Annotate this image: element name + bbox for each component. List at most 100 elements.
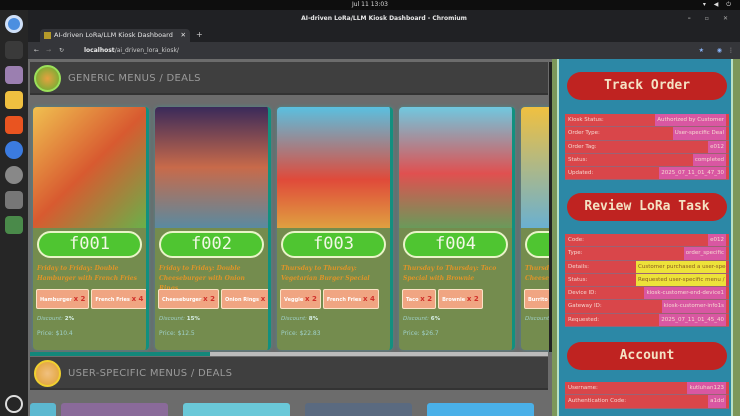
info-label: Kiosk Status:: [568, 117, 604, 123]
info-label: Device ID:: [568, 290, 597, 297]
terminal-icon[interactable]: [5, 41, 23, 59]
info-label: Status:: [568, 156, 588, 163]
trash-icon[interactable]: [5, 216, 23, 234]
deal-image: [33, 107, 146, 228]
item-list: Cheeseburger x 2Onion Rings x 6: [155, 286, 268, 309]
deal-card[interactable]: f001 Friday to Friday: Double Hamburger …: [33, 107, 149, 350]
horizontal-scrollbar[interactable]: [30, 352, 548, 356]
deal-image[interactable]: [61, 403, 168, 416]
menus-panel: GENERIC MENUS / DEALS f001 Friday to Fri…: [28, 59, 637, 416]
info-label: Updated:: [568, 170, 594, 177]
deal-code-button[interactable]: f001: [37, 231, 142, 258]
generic-section-header: GENERIC MENUS / DEALS: [30, 62, 548, 95]
deal-price: Price: $22.83: [281, 330, 321, 337]
account-button[interactable]: Account: [567, 342, 727, 370]
new-tab-button[interactable]: +: [196, 28, 203, 42]
profile-icon[interactable]: ◉: [717, 42, 722, 59]
deal-card[interactable]: f002 Friday to Friday: Double Cheeseburg…: [155, 107, 271, 350]
info-row: Kiosk Status: Authorized by Customer: [565, 114, 729, 128]
deal-code-button[interactable]: f004: [403, 231, 508, 258]
item-chip: Hamburger x 2: [36, 289, 90, 309]
bookmark-star-icon[interactable]: ★: [699, 42, 704, 59]
deal-image[interactable]: [305, 403, 412, 416]
review-lora-task-button[interactable]: Review LoRa Task: [567, 193, 727, 221]
info-row: Status: Requested user-specific menu / de…: [565, 273, 729, 288]
tab-strip: AI-driven LoRa/LLM Kiosk Dashboard ✕ +: [28, 28, 740, 42]
deal-image[interactable]: [427, 403, 534, 416]
deal-title: Friday to Friday: Double Hamburger with …: [37, 265, 137, 282]
reload-icon[interactable]: ↻: [59, 42, 64, 59]
track-order-button[interactable]: Track Order: [567, 72, 727, 100]
user-specific-section-header: USER-SPECIFIC MENUS / DEALS: [30, 357, 548, 390]
review-task-info: Code: e012 Type: order_specific Details: Cust…: [565, 234, 729, 328]
info-row: Status: completed: [565, 153, 729, 168]
deal-card[interactable]: f003 Thursday to Thursday: Vegetarian Bu…: [277, 107, 393, 350]
info-select[interactable]: Customer purchased a user-specific menu …: [636, 260, 726, 273]
deal-image[interactable]: [30, 403, 56, 416]
forward-icon[interactable]: →: [46, 42, 51, 59]
info-value: e012: [708, 140, 726, 153]
window-titlebar: AI-driven LoRa/LLM Kiosk Dashboard - Chr…: [28, 10, 740, 28]
deal-image: [399, 107, 512, 228]
info-row: Requested: 2025_07_11_01_45_40: [565, 313, 729, 328]
info-value: completed: [692, 153, 726, 167]
deal-title: Thursday to Thursday: Vegetarian Burger …: [281, 265, 370, 282]
info-label: Gateway ID:: [568, 303, 602, 310]
info-value: 2025_07_11_01_45_40: [659, 313, 726, 327]
clock[interactable]: Jul 11 13:03: [352, 1, 388, 8]
menu-icon[interactable]: ⋮: [728, 42, 734, 59]
disk-icon[interactable]: [5, 191, 23, 209]
chromium-icon[interactable]: [5, 15, 23, 33]
deal-discount: Discount: 8%: [281, 316, 319, 322]
deal-title: Thursday to Thursday: Taco Special with …: [403, 265, 497, 282]
info-label: Type:: [568, 250, 583, 257]
item-list: Taco x 2 Brownie x 2: [399, 286, 512, 309]
info-label: Details:: [568, 263, 589, 270]
deal-price: Price: $26.7: [403, 330, 439, 337]
info-value: kiosk-customer-end-device1: [644, 287, 726, 300]
deal-image: [277, 107, 390, 228]
favicon-icon: [44, 32, 51, 39]
info-value: kutluhan123: [687, 382, 726, 395]
item-chip: French Fries x 4: [91, 289, 146, 309]
deal-code-button[interactable]: f002: [159, 231, 264, 258]
window-controls[interactable]: – ▫ ✕: [688, 10, 734, 28]
info-row: Username: kutluhan123: [565, 382, 729, 396]
info-row: Device ID: kiosk-customer-end-device1: [565, 287, 729, 301]
info-row: Gateway ID: kiosk-customer-info1s: [565, 300, 729, 314]
info-row: Order Type: User-specific Deal: [565, 127, 729, 141]
info-row: Type: order_specific: [565, 247, 729, 261]
help-icon[interactable]: [5, 141, 23, 159]
track-order-info: Kiosk Status: Authorized by Customer Order…: [565, 114, 729, 181]
deal-image[interactable]: [183, 403, 290, 416]
system-tray-icons[interactable]: ▾ ◀ ⏻: [703, 0, 734, 10]
text-editor-icon[interactable]: [5, 91, 23, 109]
window-title: AI-driven LoRa/LLM Kiosk Dashboard - Chr…: [301, 15, 467, 22]
system-top-bar: Jul 11 13:03 ▾ ◀ ⏻: [0, 0, 740, 10]
info-label: Status:: [568, 276, 588, 283]
deal-discount: Discount: 6%: [403, 316, 441, 322]
info-label: Authentication Code:: [568, 398, 627, 405]
info-value: User-specific Deal: [672, 127, 726, 140]
item-list: Hamburger x 2 French Fries x 4: [33, 286, 146, 309]
url-input[interactable]: localhost/ai_driven_lora_kiosk/: [84, 42, 179, 59]
info-row: Code: e012: [565, 234, 729, 248]
address-bar: ← → ↻ localhost/ai_driven_lora_kiosk/ ★ ◉ ⋮: [28, 42, 740, 59]
info-value: Authorized by Customer: [655, 114, 726, 127]
show-apps-icon[interactable]: [5, 395, 23, 413]
software-store-icon[interactable]: [5, 116, 23, 134]
back-icon[interactable]: ←: [34, 42, 39, 59]
close-tab-icon[interactable]: ✕: [181, 29, 186, 42]
account-info: Username: kutluhan123 Authentication Code:…: [565, 382, 729, 409]
deal-image: [155, 107, 268, 228]
item-chip: Onion Rings x 6: [221, 289, 268, 309]
info-label: Requested:: [568, 316, 600, 323]
browser-tab[interactable]: AI-driven LoRa/LLM Kiosk Dashboard ✕: [40, 29, 190, 42]
settings-icon[interactable]: [5, 166, 23, 184]
deal-code-button[interactable]: f003: [281, 231, 386, 258]
info-select[interactable]: Requested user-specific menu / deal [LLM…: [636, 273, 726, 287]
deal-card[interactable]: f004 Thursday to Thursday: Taco Special …: [399, 107, 515, 350]
deal-title: Friday to Friday: Double Cheeseburger wi…: [159, 265, 245, 292]
generic-logo: [34, 65, 61, 92]
files-icon[interactable]: [5, 66, 23, 84]
